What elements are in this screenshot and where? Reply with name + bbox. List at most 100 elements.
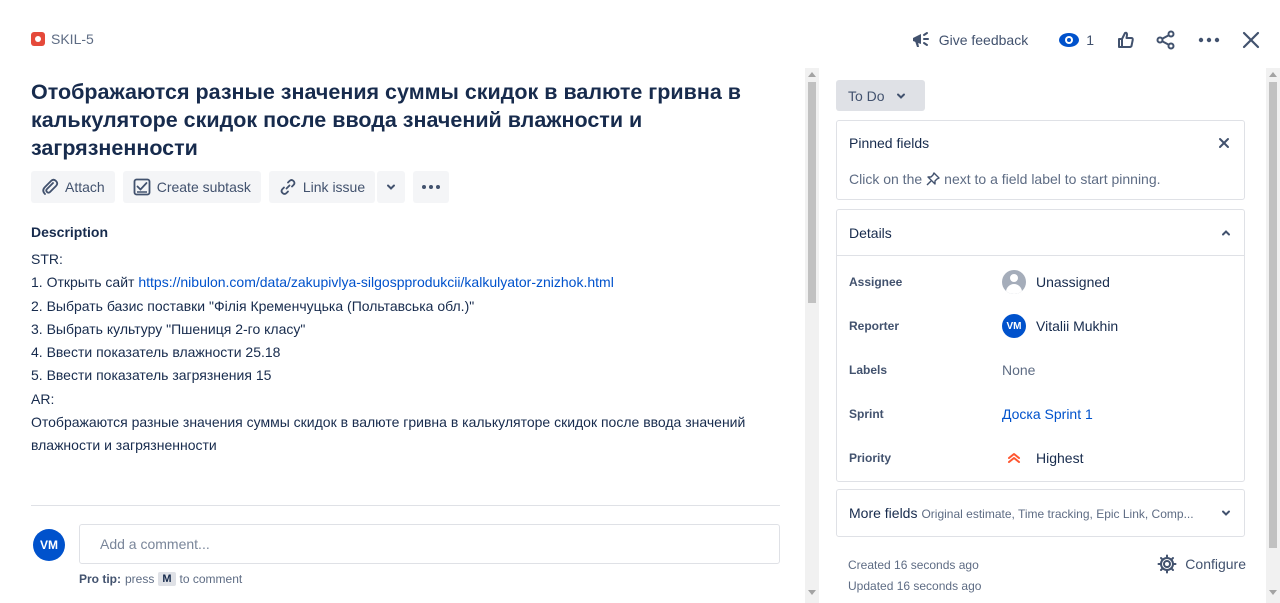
issue-title[interactable]: Отображаются разные значения суммы скидо… — [31, 78, 771, 162]
bug-icon — [31, 32, 45, 46]
pro-tip-press: press — [125, 572, 155, 586]
subtask-icon — [133, 178, 151, 196]
status-dropdown[interactable]: To Do — [836, 80, 925, 111]
issue-header: SKIL-5 Give feedback 1 — [0, 0, 1280, 72]
main-scrollbar[interactable] — [805, 68, 819, 603]
like-button[interactable] — [1110, 24, 1142, 56]
description-step-4: 4. Ввести показатель влажности 25.18 — [31, 344, 281, 361]
share-button[interactable] — [1150, 24, 1182, 56]
pin-icon — [926, 172, 940, 186]
give-feedback-label: Give feedback — [938, 32, 1029, 48]
scroll-down-arrow[interactable] — [808, 590, 816, 595]
configure-button[interactable]: Configure — [1157, 554, 1246, 574]
labels-field[interactable]: None — [1002, 362, 1035, 378]
sprint-label: Sprint — [849, 407, 884, 421]
assignee-label: Assignee — [849, 275, 903, 289]
more-icon — [1198, 37, 1220, 43]
more-fields-text: More fields Original estimate, Time trac… — [849, 505, 1194, 521]
create-subtask-button[interactable]: Create subtask — [122, 171, 261, 203]
eye-icon — [1059, 33, 1080, 47]
reporter-field[interactable]: VM Vitalii Mukhin — [1002, 314, 1118, 338]
details-title: Details — [849, 224, 892, 241]
issue-toolbar: Attach Create subtask Link issue — [31, 171, 450, 203]
scroll-down-arrow[interactable] — [1269, 590, 1277, 595]
close-button[interactable] — [1236, 24, 1266, 56]
description-step-5: 5. Ввести показатель загрязнения 15 — [31, 367, 272, 384]
created-timestamp: Created 16 seconds ago — [848, 558, 979, 572]
sprint-field[interactable]: Доска Sprint 1 — [1002, 406, 1093, 422]
details-card: Details Assignee Unassigned Reporter VM … — [836, 209, 1245, 482]
hint-before: Click on the — [849, 171, 923, 187]
chevron-down-icon — [387, 184, 396, 190]
close-icon[interactable] — [1218, 133, 1230, 154]
scrollbar-thumb[interactable] — [1269, 82, 1277, 548]
description-ar-text: Отображаются разные значения суммы скидо… — [31, 414, 746, 454]
pinned-fields-card: Pinned fields Click on the next to a fie… — [836, 120, 1245, 200]
link-issue-dropdown-button[interactable] — [377, 171, 406, 203]
reporter-value: Vitalii Mukhin — [1036, 318, 1119, 334]
share-icon — [1156, 30, 1175, 50]
issue-key-breadcrumb[interactable]: SKIL-5 — [31, 31, 94, 47]
pinned-fields-hint: Click on the next to a field label to st… — [849, 171, 1161, 187]
status-label: To Do — [848, 87, 885, 104]
link-issue-group: Link issue — [268, 171, 406, 203]
attach-button[interactable]: Attach — [31, 171, 115, 203]
more-actions-button[interactable] — [1192, 24, 1226, 56]
priority-highest-icon — [1008, 453, 1020, 463]
sprint-value[interactable]: Доска Sprint 1 — [1002, 406, 1093, 422]
configure-label: Configure — [1185, 556, 1246, 572]
close-icon — [1242, 31, 1260, 49]
avatar: VM — [33, 529, 65, 561]
scrollbar-thumb[interactable] — [808, 82, 816, 303]
sidebar-scrollbar[interactable] — [1266, 68, 1280, 603]
description-step-1: 1. Открыть сайт https://nibulon.com/data… — [31, 271, 771, 294]
paperclip-icon — [42, 178, 59, 195]
labels-label: Labels — [849, 363, 888, 377]
description-str: STR: — [31, 251, 63, 267]
more-toolbar-button[interactable] — [413, 171, 450, 203]
step-1-text: 1. Открыть сайт — [31, 274, 139, 291]
updated-timestamp: Updated 16 seconds ago — [848, 579, 982, 593]
more-fields-card[interactable]: More fields Original estimate, Time trac… — [836, 489, 1245, 537]
nibulon-calculator-link[interactable]: https://nibulon.com/data/zakupivlya-silg… — [138, 274, 613, 290]
pro-tip: Pro tip: press M to comment — [79, 572, 242, 586]
details-header[interactable]: Details — [837, 210, 1244, 256]
pinned-fields-title: Pinned fields — [849, 135, 930, 151]
pro-tip-label: Pro tip: — [79, 572, 121, 586]
priority-field[interactable]: Highest — [1002, 450, 1083, 466]
scroll-up-arrow[interactable] — [1269, 72, 1277, 77]
add-comment-input[interactable]: Add a comment... — [79, 524, 780, 564]
chevron-down-icon — [1222, 510, 1230, 516]
reporter-row: Reporter VM Vitalii Mukhin — [849, 312, 1234, 340]
issue-key[interactable]: SKIL-5 — [51, 31, 94, 47]
more-icon — [422, 185, 441, 189]
assignee-row: Assignee Unassigned — [849, 268, 1234, 296]
priority-value: Highest — [1036, 450, 1084, 466]
unassigned-avatar-icon — [1002, 270, 1026, 294]
create-subtask-label: Create subtask — [156, 179, 251, 195]
thumbs-up-icon — [1118, 31, 1134, 48]
labels-row: Labels None — [849, 356, 1234, 384]
issue-sidebar: To Do Pinned fields Click on the next to… — [836, 68, 1246, 603]
more-fields-title: More fields — [849, 505, 918, 521]
watch-button[interactable]: 1 — [1052, 24, 1100, 56]
scroll-up-arrow[interactable] — [808, 72, 816, 77]
link-issue-button[interactable]: Link issue — [268, 171, 376, 203]
link-icon — [280, 179, 296, 195]
assignee-field[interactable]: Unassigned — [1002, 270, 1110, 294]
chevron-up-icon — [1222, 229, 1230, 235]
reporter-label: Reporter — [849, 319, 900, 333]
priority-row: Priority Highest — [849, 444, 1234, 472]
attach-label: Attach — [65, 179, 105, 195]
sprint-row: Sprint Доска Sprint 1 — [849, 400, 1234, 428]
issue-main-panel: Отображаются разные значения суммы скидо… — [0, 68, 805, 603]
give-feedback-button[interactable]: Give feedback — [905, 24, 1035, 56]
priority-label: Priority — [849, 451, 892, 465]
megaphone-icon — [912, 32, 929, 47]
pro-tip-suffix: to comment — [179, 572, 243, 586]
labels-value: None — [1002, 362, 1036, 378]
gear-icon — [1157, 554, 1177, 574]
description-step-3: 3. Выбрать культуру "Пшениця 2-го класу" — [31, 320, 306, 337]
description-body[interactable]: STR: 1. Открыть сайт https://nibulon.com… — [31, 248, 771, 458]
watch-count: 1 — [1086, 32, 1094, 48]
